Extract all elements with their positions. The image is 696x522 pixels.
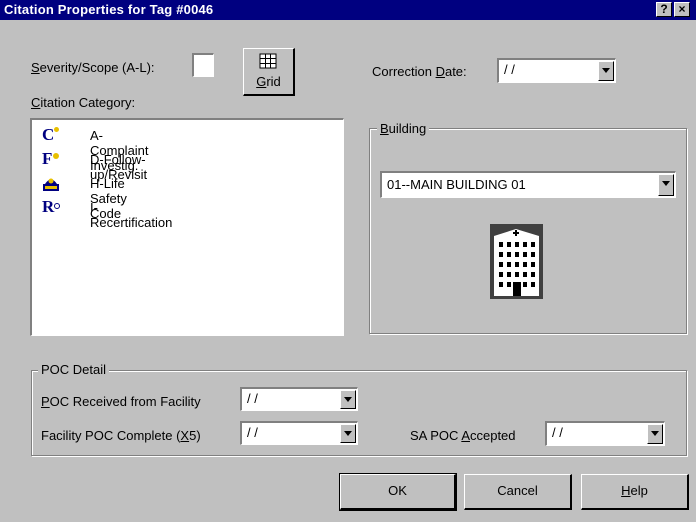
- ok-button[interactable]: OK: [339, 473, 457, 511]
- grid-button[interactable]: Grid: [243, 48, 295, 96]
- poc-detail-label: POC Detail: [38, 362, 110, 377]
- chevron-down-icon[interactable]: [340, 424, 356, 443]
- help-button[interactable]: Help: [581, 474, 689, 510]
- poc-accepted-label: SA POC Accepted: [410, 428, 516, 443]
- building-icon: [490, 224, 543, 299]
- poc-accepted-select[interactable]: / /: [545, 421, 665, 446]
- help-title-button[interactable]: ?: [656, 2, 672, 17]
- chevron-down-icon[interactable]: [658, 174, 674, 196]
- close-title-button[interactable]: ×: [674, 2, 690, 17]
- poc-received-label: POC Received from Facility: [41, 394, 201, 409]
- chevron-down-icon[interactable]: [598, 61, 614, 81]
- grid-button-label: Grid: [256, 74, 281, 89]
- chevron-down-icon[interactable]: [340, 390, 356, 409]
- citation-category-label: Citation Category:: [31, 95, 136, 110]
- poc-complete-select[interactable]: / /: [240, 421, 358, 445]
- poc-received-select[interactable]: / /: [240, 387, 358, 411]
- life-safety-icon: [43, 178, 59, 191]
- citation-category-list[interactable]: C A-Complaint Investig. F D-Follow-up/Re…: [30, 118, 344, 336]
- correction-date-select[interactable]: / /: [497, 58, 616, 83]
- grid-icon: [259, 53, 277, 69]
- cancel-button[interactable]: Cancel: [464, 474, 572, 510]
- building-select[interactable]: 01--MAIN BUILDING 01: [380, 171, 676, 198]
- window-title: Citation Properties for Tag #0046: [4, 2, 214, 17]
- severity-input[interactable]: [192, 53, 214, 77]
- chevron-down-icon[interactable]: [647, 424, 663, 444]
- title-bar: Citation Properties for Tag #0046 ? ×: [0, 0, 696, 20]
- severity-label: Severity/Scope (A-L):: [31, 60, 155, 75]
- poc-complete-label: Facility POC Complete (X5): [41, 428, 201, 443]
- building-group-label: Building: [377, 121, 430, 136]
- correction-date-label: Correction Date:: [372, 64, 467, 79]
